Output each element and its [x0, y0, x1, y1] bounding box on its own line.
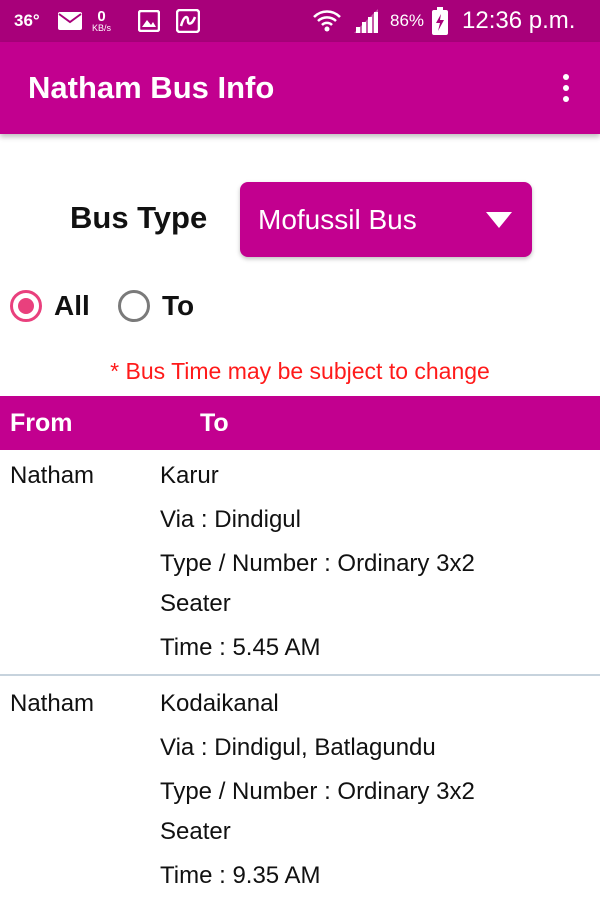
- wifi-icon: [312, 0, 342, 42]
- row-type: Type / Number : Ordinary 3x2 Seater: [160, 550, 475, 617]
- radio-all[interactable]: All: [10, 286, 90, 326]
- radio-to-label: To: [162, 290, 195, 321]
- status-bar: 36° 0 KB/s 86% 12:36 p.m.: [0, 0, 600, 42]
- battery-charging-icon: [432, 0, 448, 42]
- row-divider: [0, 674, 600, 676]
- schedule-notice: * Bus Time may be subject to change: [110, 358, 490, 384]
- radio-all-circle: [10, 290, 42, 322]
- row-details: Karur Via : Dindigul Type / Number : Ord…: [160, 452, 590, 668]
- row-from: Natham: [10, 690, 95, 717]
- signal-icon: [352, 0, 380, 42]
- network-speed: 0 KB/s: [92, 0, 111, 42]
- row-time: Time : 5.45 AM: [160, 634, 321, 661]
- row-via: Via : Dindigul: [160, 506, 301, 533]
- network-speed-unit: KB/s: [92, 23, 112, 33]
- row-via: Via : Dindigul, Batlagundu: [160, 734, 436, 761]
- overflow-menu-icon[interactable]: [552, 68, 580, 108]
- table-row[interactable]: Natham Kodaikanal Via : Dindigul, Batlag…: [0, 680, 600, 900]
- image-icon: [138, 0, 160, 42]
- bus-type-dropdown[interactable]: Mofussil Bus: [240, 182, 532, 257]
- row-details: Kodaikanal Via : Dindigul, Batlagundu Ty…: [160, 680, 590, 896]
- column-header-to: To: [200, 408, 229, 437]
- table-row[interactable]: Natham Karur Via : Dindigul Type / Numbe…: [0, 452, 600, 674]
- row-from: Natham: [10, 462, 95, 489]
- row-destination: Kodaikanal: [160, 690, 279, 717]
- dropdown-arrow-icon: [486, 212, 512, 233]
- app-title: Natham Bus Info: [28, 70, 275, 105]
- clock: 12:36 p.m.: [462, 7, 576, 34]
- row-destination: Karur: [160, 462, 219, 489]
- column-header-from: From: [10, 408, 73, 437]
- radio-to[interactable]: To: [118, 286, 194, 326]
- temperature-text: 36°: [14, 11, 40, 30]
- row-type: Type / Number : Ordinary 3x2 Seater: [160, 778, 475, 845]
- app-bar: Natham Bus Info: [0, 42, 600, 134]
- table-header: From To: [0, 396, 600, 450]
- mail-icon: [58, 0, 82, 42]
- bus-type-label: Bus Type: [70, 200, 208, 235]
- row-time: Time : 9.35 AM: [160, 862, 321, 889]
- app-notification-icon: [176, 0, 200, 42]
- radio-to-circle: [118, 290, 150, 322]
- radio-all-label: All: [54, 290, 90, 321]
- bus-type-selected-value: Mofussil Bus: [258, 203, 417, 235]
- network-speed-value: 0: [97, 8, 106, 25]
- battery-percent: 86%: [390, 11, 425, 30]
